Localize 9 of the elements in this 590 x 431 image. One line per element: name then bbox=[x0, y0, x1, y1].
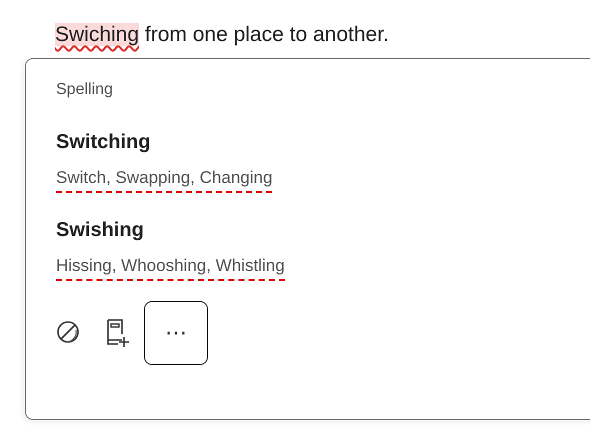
more-options-button[interactable]: ⋯ bbox=[144, 301, 208, 365]
suggestion-item[interactable]: Swishing bbox=[56, 219, 144, 242]
synonyms-text: Hissing, Whooshing, Whistling bbox=[56, 256, 285, 281]
add-to-dictionary-icon[interactable] bbox=[104, 318, 130, 348]
popup-heading: Spelling bbox=[56, 81, 113, 99]
ignore-icon[interactable] bbox=[56, 320, 82, 346]
suggestion-item[interactable]: Switching bbox=[56, 131, 150, 154]
synonyms-text: Switch, Swapping, Changing bbox=[56, 168, 272, 193]
document-text: Swiching from one place to another. bbox=[55, 22, 389, 48]
